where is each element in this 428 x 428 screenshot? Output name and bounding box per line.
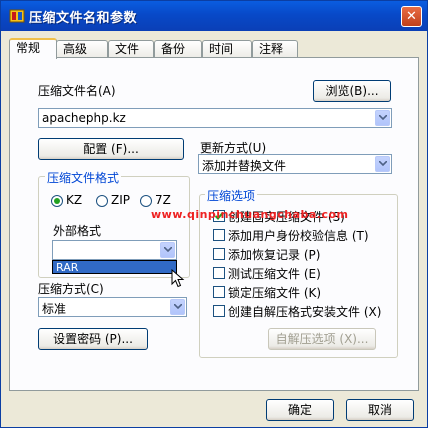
mouse-cursor-icon <box>171 269 185 288</box>
cancel-button[interactable]: 取消 <box>346 399 414 421</box>
tab-time[interactable]: 时间 <box>202 40 252 58</box>
options-group-title: 压缩选项 <box>205 187 258 204</box>
external-format-label: 外部格式 <box>53 224 102 238</box>
archive-name-combo[interactable]: apachephp.kz <box>38 108 392 128</box>
option-checkbox[interactable] <box>213 286 225 298</box>
chevron-down-icon[interactable] <box>170 299 185 315</box>
app-icon <box>9 9 25 23</box>
option-checkbox[interactable] <box>213 305 225 317</box>
checkmark-icon <box>214 212 224 220</box>
option-checkbox[interactable] <box>213 267 225 279</box>
option-checkbox[interactable] <box>213 248 225 260</box>
option-label[interactable]: 锁定压缩文件 (K) <box>228 284 321 301</box>
format-group-title: 压缩文件格式 <box>45 169 122 186</box>
radio-zip[interactable] <box>96 195 108 207</box>
radio-7z[interactable] <box>140 195 152 207</box>
archive-name-value: apachephp.kz <box>42 111 126 125</box>
radio-kz[interactable] <box>51 195 63 207</box>
browse-button[interactable]: 浏览(B)... <box>313 80 391 102</box>
archive-name-label: 压缩文件名(A) <box>38 84 116 98</box>
radio-zip-label[interactable]: ZIP <box>111 193 130 207</box>
tab-comment[interactable]: 注释 <box>252 40 298 58</box>
tab-advanced[interactable]: 高级 <box>56 40 108 58</box>
option-label[interactable]: 创建自解压格式安装文件 (X) <box>228 303 381 320</box>
window-title: 压缩文件名和参数 <box>29 11 138 26</box>
close-button[interactable]: ✕ <box>401 6 422 27</box>
set-password-button[interactable]: 设置密码 (P)... <box>38 328 148 350</box>
config-button[interactable]: 配置 (F)... <box>38 138 184 160</box>
tab-backup[interactable]: 备份 <box>154 40 202 58</box>
method-select[interactable]: 标准 <box>38 297 187 317</box>
option-label[interactable]: 创建固实压缩文件 (S) <box>228 208 345 225</box>
tab-general[interactable]: 常规 <box>9 38 57 59</box>
radio-kz-label[interactable]: KZ <box>66 193 82 207</box>
dialog-window: 压缩文件名和参数 ✕ 常规 高级 文件 备份 时间 注释 压缩文件名(A) 浏览… <box>0 0 428 428</box>
title-bar[interactable]: 压缩文件名和参数 ✕ <box>1 1 427 31</box>
tab-files[interactable]: 文件 <box>108 40 154 58</box>
option-label[interactable]: 添加恢复记录 (P) <box>228 246 320 263</box>
chevron-down-icon[interactable] <box>160 242 175 258</box>
option-checkbox[interactable] <box>213 229 225 241</box>
ok-button[interactable]: 确定 <box>266 399 334 421</box>
chevron-down-icon[interactable] <box>375 110 390 126</box>
option-label[interactable]: 测试压缩文件 (E) <box>228 265 321 282</box>
external-format-select[interactable] <box>52 240 177 260</box>
close-icon: ✕ <box>406 9 417 24</box>
chevron-down-icon[interactable] <box>375 156 390 172</box>
method-label: 压缩方式(C) <box>38 282 104 296</box>
method-value: 标准 <box>42 302 67 316</box>
option-checkbox[interactable] <box>213 210 225 222</box>
update-mode-select[interactable]: 添加并替换文件 <box>198 154 392 174</box>
dropdown-option-rar[interactable]: RAR <box>52 260 177 274</box>
sfx-options-button[interactable]: 自解压选项 (X)... <box>268 328 376 350</box>
option-label[interactable]: 添加用户身份校验信息 (T) <box>228 227 369 244</box>
radio-7z-label[interactable]: 7Z <box>155 193 171 207</box>
update-mode-value: 添加并替换文件 <box>202 159 287 173</box>
